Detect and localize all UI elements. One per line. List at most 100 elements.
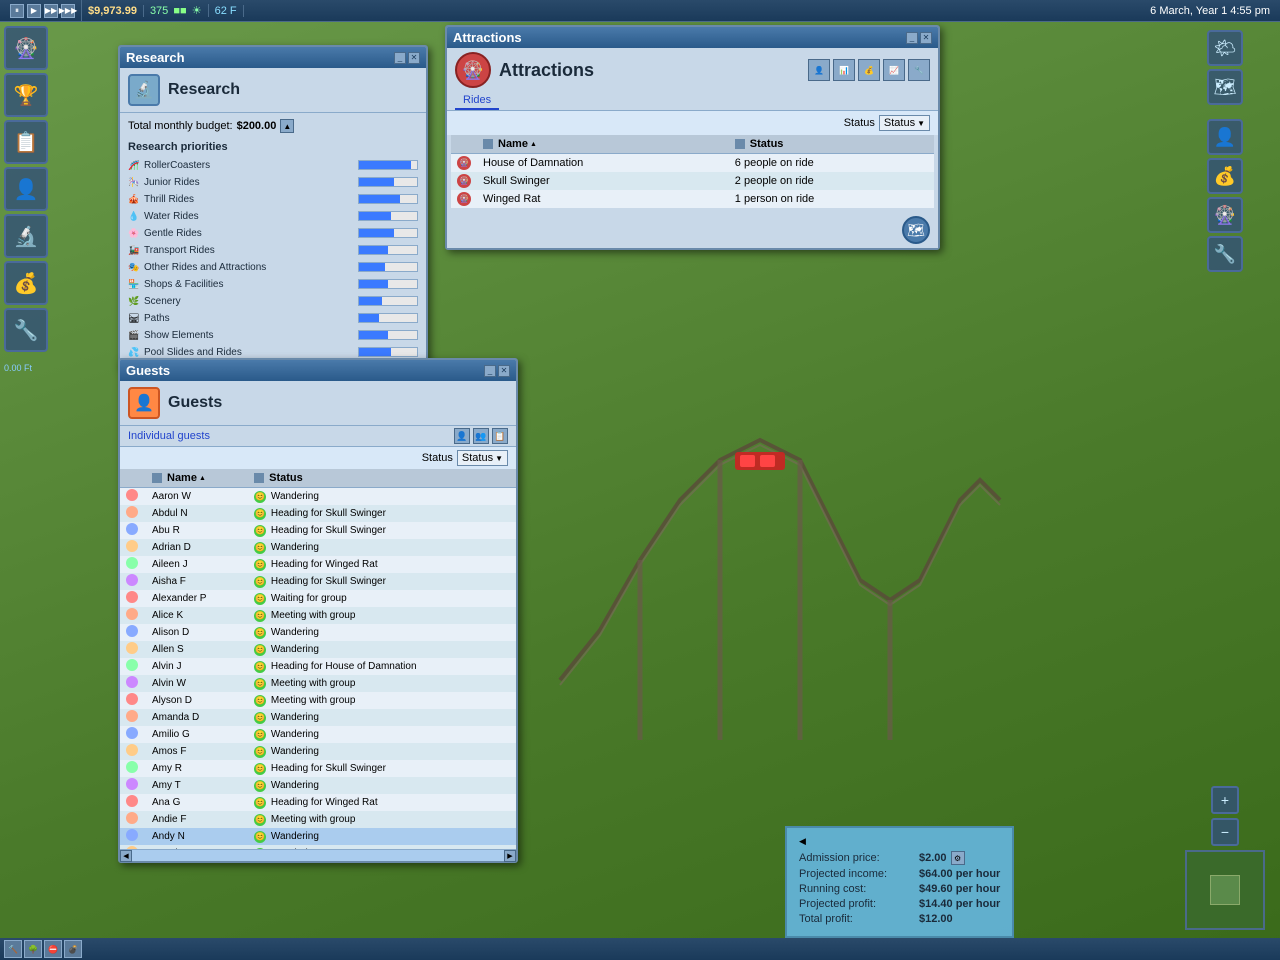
priority-bar-bg[interactable] [358, 160, 418, 170]
attractions-view-btn-1[interactable]: 👤 [808, 59, 830, 81]
guest-row[interactable]: Andy N 😊 Wandering [120, 828, 516, 845]
guest-row[interactable]: Abdul N 😊 Heading for Skull Swinger [120, 505, 516, 522]
priority-bar-bg[interactable] [358, 313, 418, 323]
left-btn-7[interactable]: 🔧 [4, 308, 48, 352]
guests-table-container[interactable]: Name ▲ Status Aaron W � [120, 469, 516, 849]
right-btn-6[interactable]: 🔧 [1207, 236, 1243, 272]
tab-rides[interactable]: Rides [455, 92, 499, 110]
guests-close-button[interactable]: ✕ [498, 365, 510, 377]
sort-dropdown[interactable]: Status ▼ [879, 115, 930, 131]
bottom-btn-1[interactable]: 🔨 [4, 940, 22, 958]
attractions-view-btn-2[interactable]: 📊 [833, 59, 855, 81]
priority-row[interactable]: 🌸 Gentle Rides [128, 225, 418, 241]
priority-bar-bg[interactable] [358, 194, 418, 204]
guest-row[interactable]: Aaron W 😊 Wandering [120, 488, 516, 506]
pause-button[interactable]: ⏸ [10, 4, 24, 18]
budget-increase-button[interactable]: ▲ [280, 119, 294, 133]
guests-col-name[interactable]: Name ▲ [146, 469, 248, 488]
guest-row[interactable]: Ana G 😊 Heading for Winged Rat [120, 794, 516, 811]
left-btn-3[interactable]: 📋 [4, 120, 48, 164]
attractions-view-btn-4[interactable]: 📈 [883, 59, 905, 81]
research-minimize-button[interactable]: _ [394, 52, 406, 64]
subtab-individual[interactable]: Individual guests [128, 430, 210, 442]
priority-row[interactable]: 💧 Water Rides [128, 208, 418, 224]
priority-row[interactable]: 🎠 Junior Rides [128, 174, 418, 190]
guest-row[interactable]: Amy T 😊 Wandering [120, 777, 516, 794]
admission-edit-button[interactable]: ⚙ [951, 851, 965, 865]
fast-forward-button[interactable]: ▶▶ [44, 4, 58, 18]
guest-row[interactable]: Alexander P 😊 Waiting for group [120, 590, 516, 607]
guest-row[interactable]: Alice K 😊 Meeting with group [120, 607, 516, 624]
guest-row[interactable]: Aisha F 😊 Heading for Skull Swinger [120, 573, 516, 590]
left-btn-6[interactable]: 💰 [4, 261, 48, 305]
guest-row[interactable]: Alvin J 😊 Heading for House of Damnation [120, 658, 516, 675]
guests-col-status[interactable]: Status [248, 469, 516, 488]
mini-map[interactable] [1185, 850, 1265, 930]
guest-row[interactable]: Alyson D 😊 Meeting with group [120, 692, 516, 709]
right-btn-2[interactable]: 🗺 [1207, 69, 1243, 105]
guest-row[interactable]: Alvin W 😊 Meeting with group [120, 675, 516, 692]
guest-row[interactable]: Amilio G 😊 Wandering [120, 726, 516, 743]
guest-row[interactable]: Amy R 😊 Heading for Skull Swinger [120, 760, 516, 777]
guest-row[interactable]: Adrian D 😊 Wandering [120, 539, 516, 556]
guest-row[interactable]: Amos F 😊 Wandering [120, 743, 516, 760]
attractions-minimize-button[interactable]: _ [906, 32, 918, 44]
priority-bar-bg[interactable] [358, 279, 418, 289]
right-btn-1[interactable]: 🌤 [1207, 30, 1243, 66]
right-btn-3[interactable]: 👤 [1207, 119, 1243, 155]
attractions-view-btn-5[interactable]: 🔧 [908, 59, 930, 81]
play-button[interactable]: ▶ [27, 4, 41, 18]
priority-row[interactable]: 🌿 Scenery [128, 293, 418, 309]
attractions-row[interactable]: 🎡 Skull Swinger 2 people on ride [451, 172, 934, 190]
attractions-close-button[interactable]: ✕ [920, 32, 932, 44]
guests-sort-dropdown[interactable]: Status ▼ [457, 450, 508, 466]
guest-row[interactable]: Andie F 😊 Meeting with group [120, 811, 516, 828]
priority-row[interactable]: 🚂 Transport Rides [128, 242, 418, 258]
priority-bar-bg[interactable] [358, 296, 418, 306]
priority-row[interactable]: 🎢 RollerCoasters [128, 157, 418, 173]
scroll-right-button[interactable]: ▶ [504, 850, 516, 862]
guest-row[interactable]: Aileen J 😊 Heading for Winged Rat [120, 556, 516, 573]
priority-bar-bg[interactable] [358, 177, 418, 187]
guests-minimize-button[interactable]: _ [484, 365, 496, 377]
zoom-in-button[interactable]: + [1211, 786, 1239, 814]
zoom-out-button[interactable]: − [1211, 818, 1239, 846]
hscroll-right[interactable]: ▶ [504, 850, 516, 861]
scroll-left-button[interactable]: ◀ [120, 850, 132, 862]
priority-row[interactable]: 🎪 Thrill Rides [128, 191, 418, 207]
attractions-row[interactable]: 🎡 House of Damnation 6 people on ride [451, 154, 934, 173]
guest-row[interactable]: Alison D 😊 Wandering [120, 624, 516, 641]
attractions-row[interactable]: 🎡 Winged Rat 1 person on ride [451, 190, 934, 208]
guest-view-2[interactable]: 👥 [473, 428, 489, 444]
bottom-btn-4[interactable]: 💣 [64, 940, 82, 958]
priority-bar-bg[interactable] [358, 245, 418, 255]
right-btn-5[interactable]: 🎡 [1207, 197, 1243, 233]
left-btn-4[interactable]: 👤 [4, 167, 48, 211]
priority-bar-bg[interactable] [358, 347, 418, 357]
left-btn-5[interactable]: 🔬 [4, 214, 48, 258]
guest-row[interactable]: Allen S 😊 Wandering [120, 641, 516, 658]
guest-row[interactable]: Abu R 😊 Heading for Skull Swinger [120, 522, 516, 539]
priority-row[interactable]: 🏪 Shops & Facilities [128, 276, 418, 292]
priority-bar-bg[interactable] [358, 211, 418, 221]
priority-row[interactable]: 🎬 Show Elements [128, 327, 418, 343]
guest-row[interactable]: Amanda D 😊 Wandering [120, 709, 516, 726]
faster-button[interactable]: ▶▶▶ [61, 4, 75, 18]
right-btn-4[interactable]: 💰 [1207, 158, 1243, 194]
priority-bar-bg[interactable] [358, 330, 418, 340]
horizontal-scrollbar[interactable] [132, 850, 504, 861]
priority-row[interactable]: 🛤 Paths [128, 310, 418, 326]
left-btn-2[interactable]: 🏆 [4, 73, 48, 117]
attractions-nav-button[interactable]: 🗺 [902, 216, 930, 244]
bottom-btn-3[interactable]: ⛔ [44, 940, 62, 958]
priority-bar-bg[interactable] [358, 228, 418, 238]
attractions-view-btn-3[interactable]: 💰 [858, 59, 880, 81]
guest-view-1[interactable]: 👤 [454, 428, 470, 444]
hscroll-left[interactable]: ◀ [120, 850, 132, 861]
bottom-btn-2[interactable]: 🌳 [24, 940, 42, 958]
left-btn-1[interactable]: 🎡 [4, 26, 48, 70]
priority-bar-bg[interactable] [358, 262, 418, 272]
guest-view-3[interactable]: 📋 [492, 428, 508, 444]
research-close-button[interactable]: ✕ [408, 52, 420, 64]
priority-row[interactable]: 🎭 Other Rides and Attractions [128, 259, 418, 275]
